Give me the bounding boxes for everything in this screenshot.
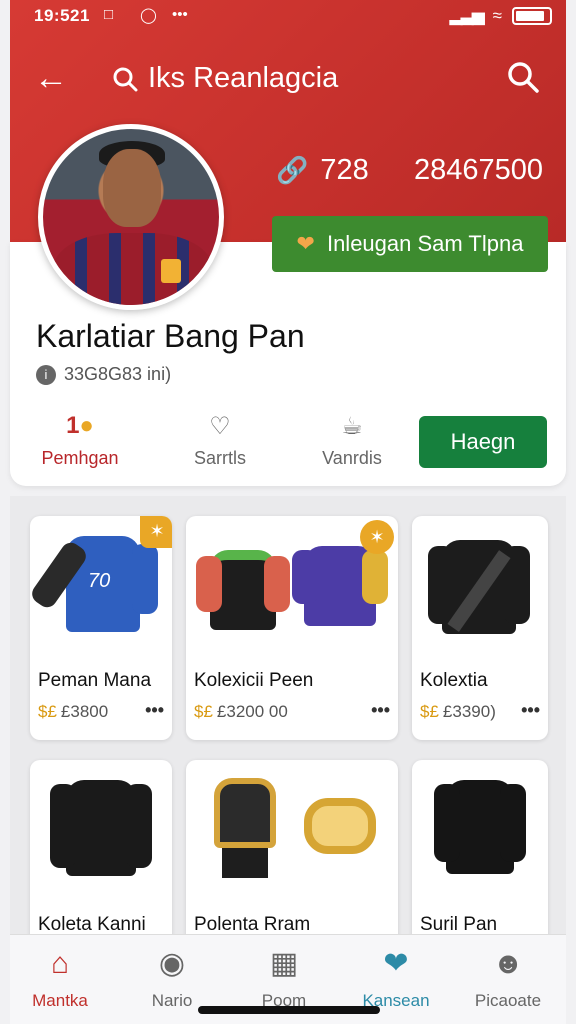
signal-icon: ▂▃▅ xyxy=(449,6,484,25)
cup-icon: ☕ xyxy=(341,413,363,440)
follow-button-label: Inleugan Sam Tlpna xyxy=(326,231,524,256)
profile-stats: 🔗 728 28467500 xyxy=(272,150,552,194)
product-title: Kolexicii Peen xyxy=(194,670,314,691)
product-image xyxy=(30,760,172,906)
page-title: Iks Reanlagcia xyxy=(148,62,339,94)
info-icon: i xyxy=(36,364,56,385)
stat-followers-value: 728 xyxy=(320,154,369,186)
status-time: 19:521 xyxy=(34,6,90,25)
nav-poom[interactable]: ▦ Poom xyxy=(234,945,334,1011)
product-title: Suril Pan xyxy=(420,914,498,935)
tab-sarrtls[interactable]: ♡ Sarrtls xyxy=(170,412,270,469)
profile-tabs: 1● Pemhgan ♡ Sarrtls ☕ Vanrdis Haegn xyxy=(10,408,566,478)
tab-label: Pemhgan xyxy=(41,448,119,468)
currency-icon: $£ xyxy=(38,702,57,721)
product-title: Koleta Kanni xyxy=(38,914,146,935)
product-image xyxy=(412,760,548,906)
tab-label: Sarrtls xyxy=(193,448,246,468)
nav-label: Mantka xyxy=(32,991,88,1010)
link-icon: 🔗 xyxy=(276,155,309,185)
product-title: Polenta Rram xyxy=(194,914,311,935)
product-price: $£ £3390) xyxy=(420,702,496,721)
back-button[interactable]: ← xyxy=(34,60,74,100)
more-icon: ••• xyxy=(172,6,188,23)
search-icon xyxy=(113,67,138,91)
battery-icon xyxy=(512,7,552,25)
product-image xyxy=(412,516,548,662)
notification-icon: □ xyxy=(104,6,114,23)
profile-meta-text: 33G8G83 ini) xyxy=(64,364,172,384)
status-right-icons: ▂▃▅ ≈ xyxy=(449,6,552,26)
search-icon xyxy=(508,62,539,93)
nav-profile[interactable]: ☻ Picaoate xyxy=(458,945,558,1011)
product-image xyxy=(186,760,398,906)
ranking-icon: 1● xyxy=(66,412,94,439)
stat-followers[interactable]: 🔗 728 xyxy=(276,154,369,187)
tab-label: Vanrdis xyxy=(322,448,382,468)
currency-icon: $£ xyxy=(420,702,439,721)
badge-icon: ✶ xyxy=(140,516,172,548)
more-options-icon[interactable]: ••• xyxy=(145,700,164,721)
badge-icon: ✶ xyxy=(360,520,394,554)
nav-home[interactable]: ⌂ Mantka xyxy=(10,945,110,1011)
nav-label: Nario xyxy=(151,991,193,1010)
follow-button[interactable]: ❤ Inleugan Sam Tlpna xyxy=(272,216,548,272)
tab-pemhgan[interactable]: 1● Pemhgan xyxy=(30,412,130,469)
image-icon: ▦ xyxy=(269,947,299,980)
headphones-icon: ◉ xyxy=(158,947,186,980)
product-title: Kolextia xyxy=(420,670,488,691)
status-bar: 19:521 □ ◯ ••• ▂▃▅ ≈ xyxy=(0,0,576,34)
search-button[interactable] xyxy=(506,60,546,100)
product-title: Peman Mana xyxy=(38,670,152,691)
primary-action-button[interactable]: Haegn xyxy=(419,416,547,468)
nav-nario[interactable]: ◉ Nario xyxy=(122,945,222,1011)
stat-points: 28467500 xyxy=(414,154,544,186)
product-card[interactable]: ✶ Kolexicii Peen $£ £3200 00 ••• xyxy=(186,516,398,740)
heart-icon: ❤ xyxy=(296,231,315,256)
more-options-icon[interactable]: ••• xyxy=(521,700,540,721)
tab-vanrdis[interactable]: ☕ Vanrdis xyxy=(302,412,402,469)
more-options-icon[interactable]: ••• xyxy=(371,700,390,721)
nav-label: Picaoate xyxy=(474,991,542,1010)
currency-icon: $£ xyxy=(194,702,213,721)
search-title[interactable]: Iks Reanlagcia xyxy=(112,62,338,95)
profile-meta: i 33G8G83 ini) xyxy=(36,364,171,385)
product-card[interactable]: Kolextia $£ £3390) ••• xyxy=(412,516,548,740)
home-indicator[interactable] xyxy=(198,1006,380,1014)
product-card[interactable]: 70 ✶ Peman Mana $£ £3800 ••• xyxy=(30,516,172,740)
nav-kansean[interactable]: ❤ Kansean xyxy=(346,945,446,1011)
whatsapp-icon: ◯ xyxy=(140,7,157,24)
profile-name: Karlatiar Bang Pan xyxy=(36,318,305,354)
product-price: $£ £3200 00 xyxy=(194,702,288,721)
avatar[interactable] xyxy=(38,124,224,310)
profile-icon: ☻ xyxy=(492,947,524,980)
product-price: $£ £3800 xyxy=(38,702,109,721)
heart-icon: ❤ xyxy=(383,947,409,980)
wifi-icon: ≈ xyxy=(492,6,502,25)
heart-check-icon: ♡ xyxy=(209,413,231,440)
home-icon: ⌂ xyxy=(50,947,70,980)
top-app-bar: ← Iks Reanlagcia xyxy=(0,52,576,108)
